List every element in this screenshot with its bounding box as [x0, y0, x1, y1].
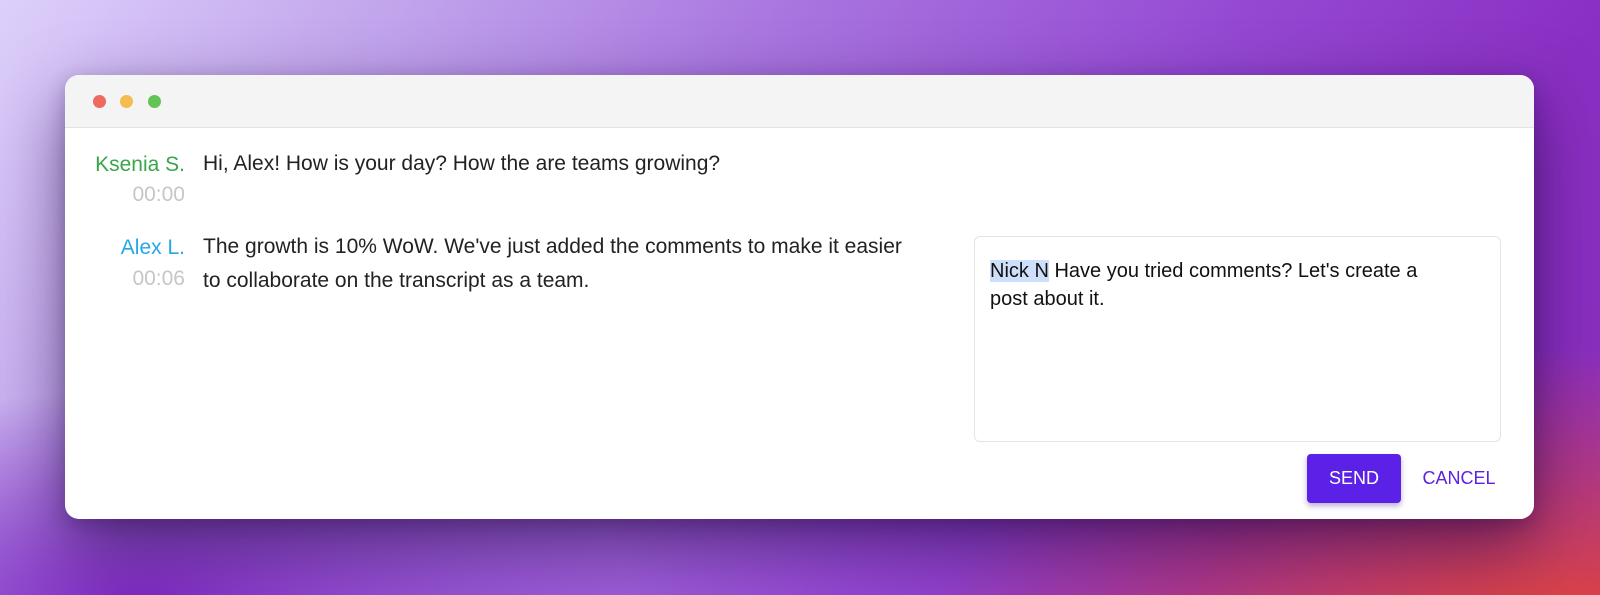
- timestamp-entry-2[interactable]: 00:06: [65, 265, 185, 293]
- transcript-message-2-line-1[interactable]: The growth is 10% WoW. We've just added …: [203, 230, 902, 264]
- close-window-button[interactable]: [93, 95, 106, 108]
- send-button[interactable]: SEND: [1307, 454, 1401, 503]
- comment-text-line-1: Nick N Have you tried comments? Let's cr…: [990, 257, 1460, 285]
- speaker-name-alex: Alex L.: [120, 236, 185, 259]
- comment-text-line-2: post about it.: [990, 288, 1105, 310]
- speaker-name-ksenia: Ksenia S.: [95, 153, 185, 176]
- maximize-window-button[interactable]: [148, 95, 161, 108]
- comment-text: Have you tried comments? Let's create a: [1048, 260, 1418, 282]
- mention-tag[interactable]: Nick N: [990, 260, 1049, 282]
- comment-input[interactable]: Nick N Have you tried comments? Let's cr…: [974, 236, 1501, 442]
- transcript-message-1[interactable]: Hi, Alex! How is your day? How the are t…: [203, 147, 720, 181]
- minimize-window-button[interactable]: [120, 95, 133, 108]
- cancel-button[interactable]: CANCEL: [1413, 454, 1505, 503]
- transcript-message-2-line-2[interactable]: to collaborate on the transcript as a te…: [203, 264, 589, 298]
- timestamp-entry-1[interactable]: 00:00: [65, 181, 185, 209]
- app-window: Ksenia S. 00:00 Hi, Alex! How is your da…: [65, 75, 1534, 519]
- window-titlebar: [65, 75, 1534, 128]
